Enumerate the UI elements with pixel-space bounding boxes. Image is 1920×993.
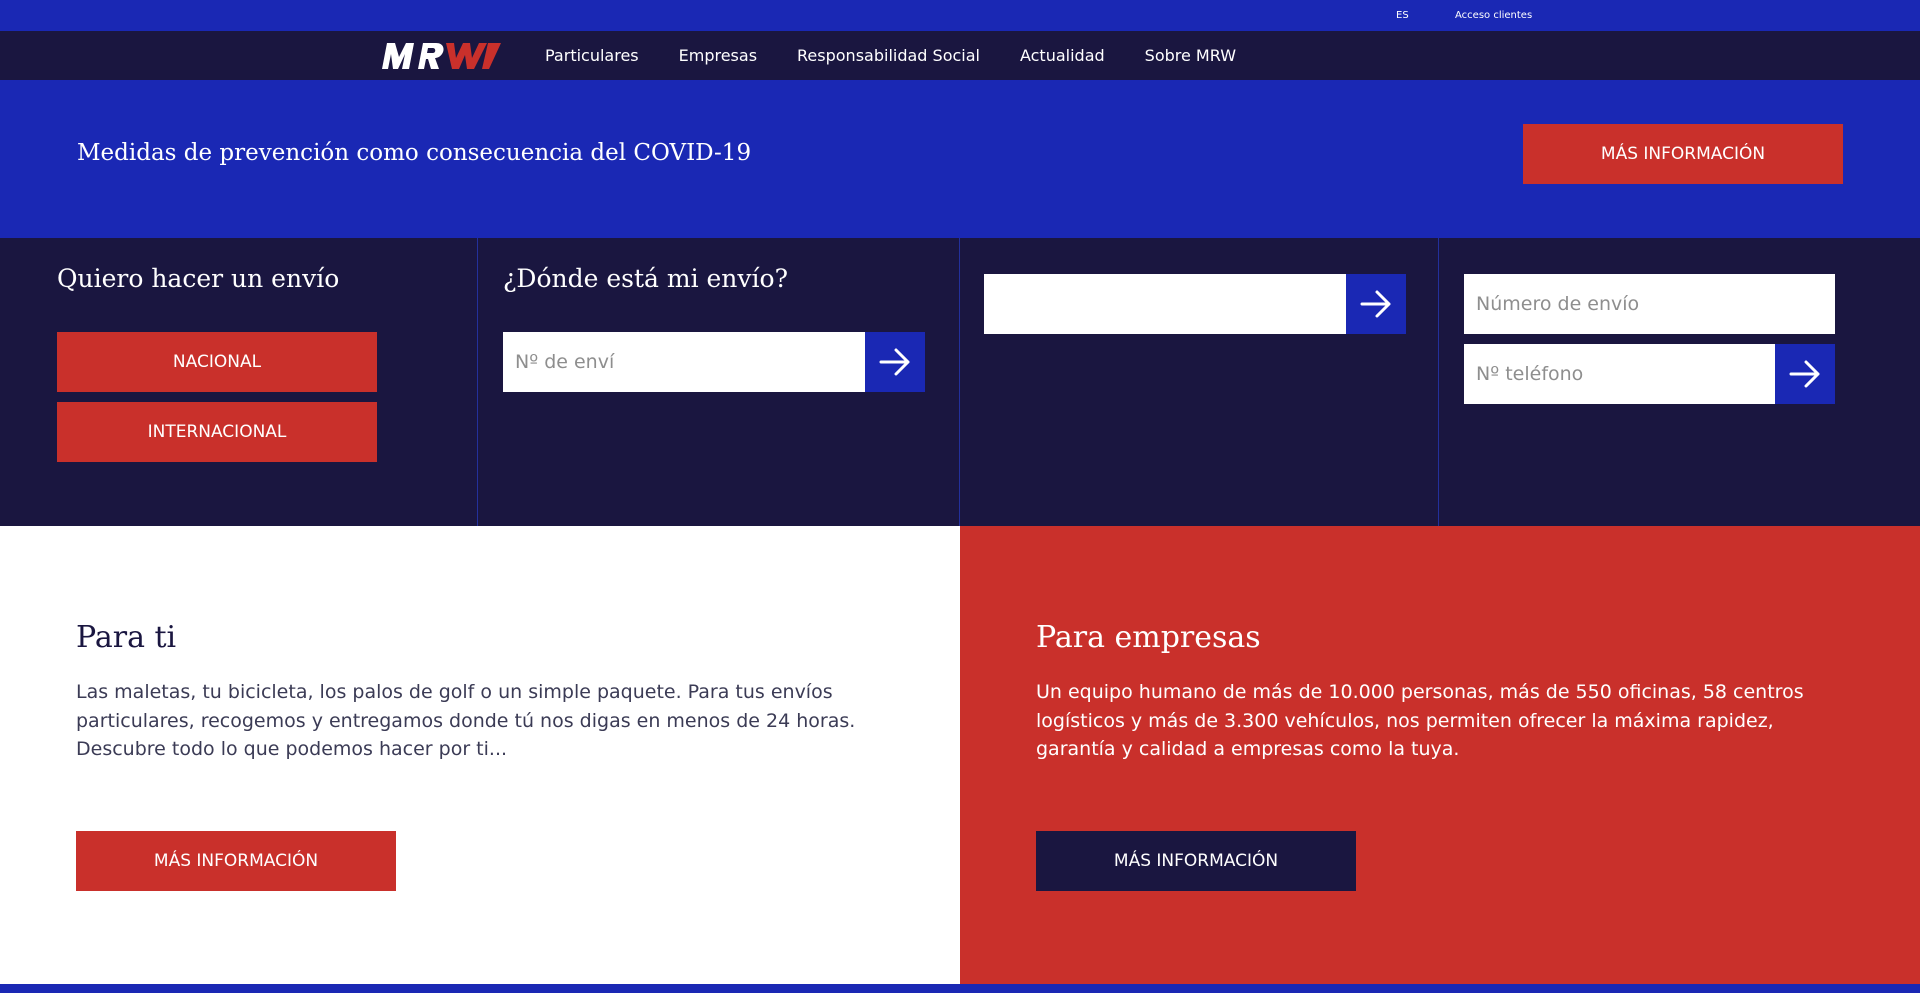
for-business-text: Un equipo humano de más de 10.000 person… bbox=[1036, 681, 1804, 760]
covid-banner: Medidas de prevención como consecuencia … bbox=[0, 80, 1920, 238]
for-business-more-info-button[interactable]: MÁS INFORMACIÓN bbox=[1036, 831, 1356, 891]
phone-track-submit-button[interactable] bbox=[1775, 344, 1835, 404]
covid-more-info-button[interactable]: MÁS INFORMACIÓN bbox=[1523, 124, 1843, 184]
nav-item-actualidad[interactable]: Actualidad bbox=[1020, 46, 1105, 65]
arrow-right-icon bbox=[879, 348, 910, 376]
send-title: Quiero hacer un envío bbox=[57, 264, 340, 293]
search-input[interactable] bbox=[984, 274, 1346, 334]
track-submit-button[interactable] bbox=[865, 332, 925, 392]
international-button[interactable]: INTERNACIONAL bbox=[57, 402, 377, 462]
shipment-number-input[interactable] bbox=[1464, 274, 1835, 334]
arrow-right-icon bbox=[1360, 290, 1391, 318]
nav-menu: Particulares Empresas Responsabilidad So… bbox=[545, 31, 1276, 80]
column-divider bbox=[1438, 238, 1439, 526]
for-you-text: Las maletas, tu bicicleta, los palos de … bbox=[76, 681, 856, 760]
phone-number-input[interactable] bbox=[1464, 344, 1775, 404]
track-title: ¿Dónde está mi envío? bbox=[503, 264, 788, 293]
client-access-link[interactable]: Acceso clientes bbox=[1455, 10, 1532, 21]
main-navigation: Particulares Empresas Responsabilidad So… bbox=[0, 31, 1920, 80]
for-you-panel: Para ti Las maletas, tu bicicleta, los p… bbox=[0, 526, 960, 984]
for-you-title: Para ti bbox=[76, 620, 177, 655]
column-divider bbox=[959, 238, 960, 526]
for-you-more-info-button[interactable]: MÁS INFORMACIÓN bbox=[76, 831, 396, 891]
arrow-right-icon bbox=[1789, 360, 1820, 388]
nav-item-sobre-mrw[interactable]: Sobre MRW bbox=[1145, 46, 1236, 65]
nav-item-particulares[interactable]: Particulares bbox=[545, 46, 639, 65]
language-selector[interactable]: ES bbox=[1396, 10, 1409, 21]
for-business-title: Para empresas bbox=[1036, 620, 1261, 655]
tracking-number-input[interactable] bbox=[503, 332, 865, 392]
nav-item-empresas[interactable]: Empresas bbox=[679, 46, 757, 65]
nav-item-responsabilidad-social[interactable]: Responsabilidad Social bbox=[797, 46, 980, 65]
national-button[interactable]: NACIONAL bbox=[57, 332, 377, 392]
shipping-tools: Quiero hacer un envío NACIONAL INTERNACI… bbox=[0, 238, 1920, 526]
mrw-logo[interactable] bbox=[378, 42, 502, 70]
top-utility-bar: ES Acceso clientes bbox=[0, 0, 1920, 31]
search-submit-button[interactable] bbox=[1346, 274, 1406, 334]
footer-strip bbox=[0, 984, 1920, 993]
covid-banner-text: Medidas de prevención como consecuencia … bbox=[77, 140, 752, 166]
column-divider bbox=[477, 238, 478, 526]
for-business-panel: Para empresas Un equipo humano de más de… bbox=[960, 526, 1920, 984]
